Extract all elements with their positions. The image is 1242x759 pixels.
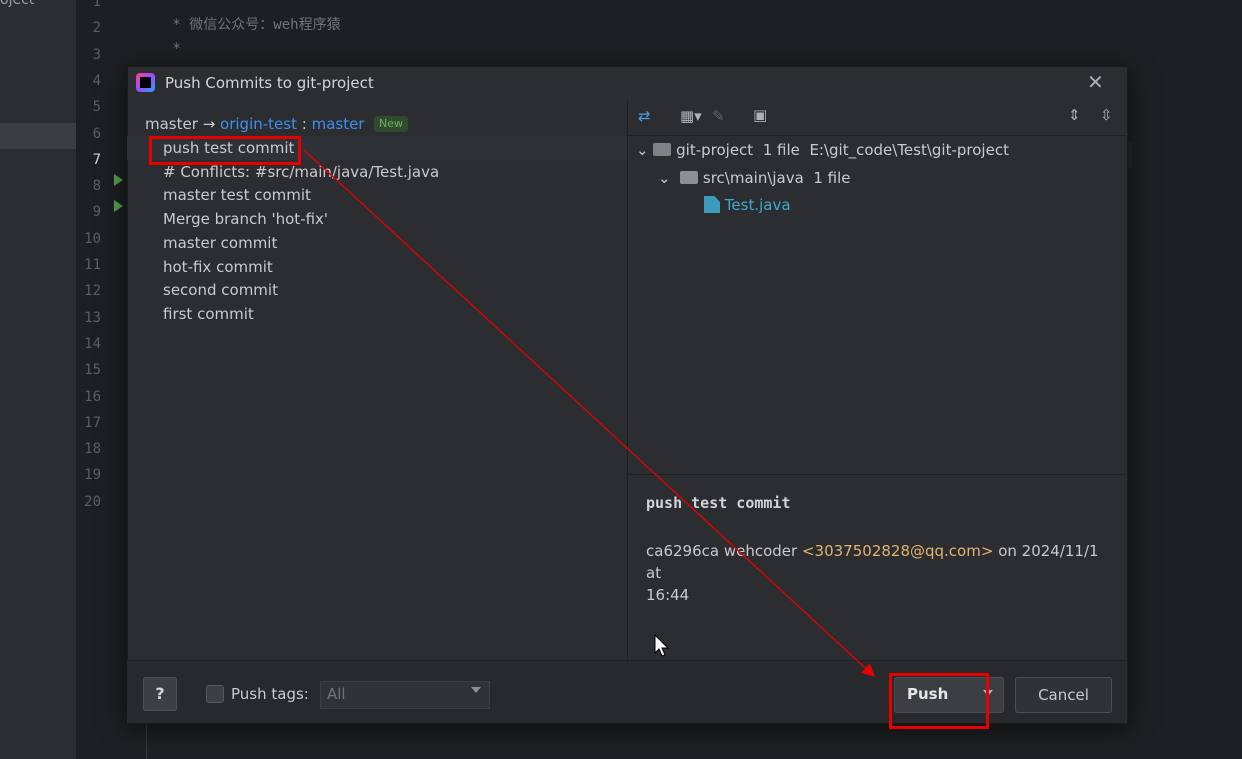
line-number: 16 (84, 388, 101, 405)
line-number: 17 (84, 414, 101, 431)
line-number: 14 (84, 335, 101, 352)
line-number: 12 (84, 283, 101, 300)
line-number: 13 (84, 309, 101, 326)
line-number: 7 (92, 151, 101, 168)
line-number: 8 (92, 178, 101, 195)
line-number: 20 (84, 493, 101, 510)
line-number: 19 (84, 467, 101, 484)
line-number: 10 (84, 230, 101, 247)
annotation-arrow (303, 149, 875, 677)
line-number: 5 (92, 99, 101, 116)
line-number: 11 (84, 257, 101, 273)
line-number: 4 (92, 72, 101, 89)
line-number: 9 (92, 204, 101, 221)
line-number: 1 (92, 0, 101, 10)
line-number: 15 (84, 362, 101, 379)
line-number: 6 (92, 125, 101, 142)
line-number: 3 (92, 46, 101, 63)
line-number: 18 (84, 441, 101, 458)
line-number: 2 (92, 20, 101, 37)
